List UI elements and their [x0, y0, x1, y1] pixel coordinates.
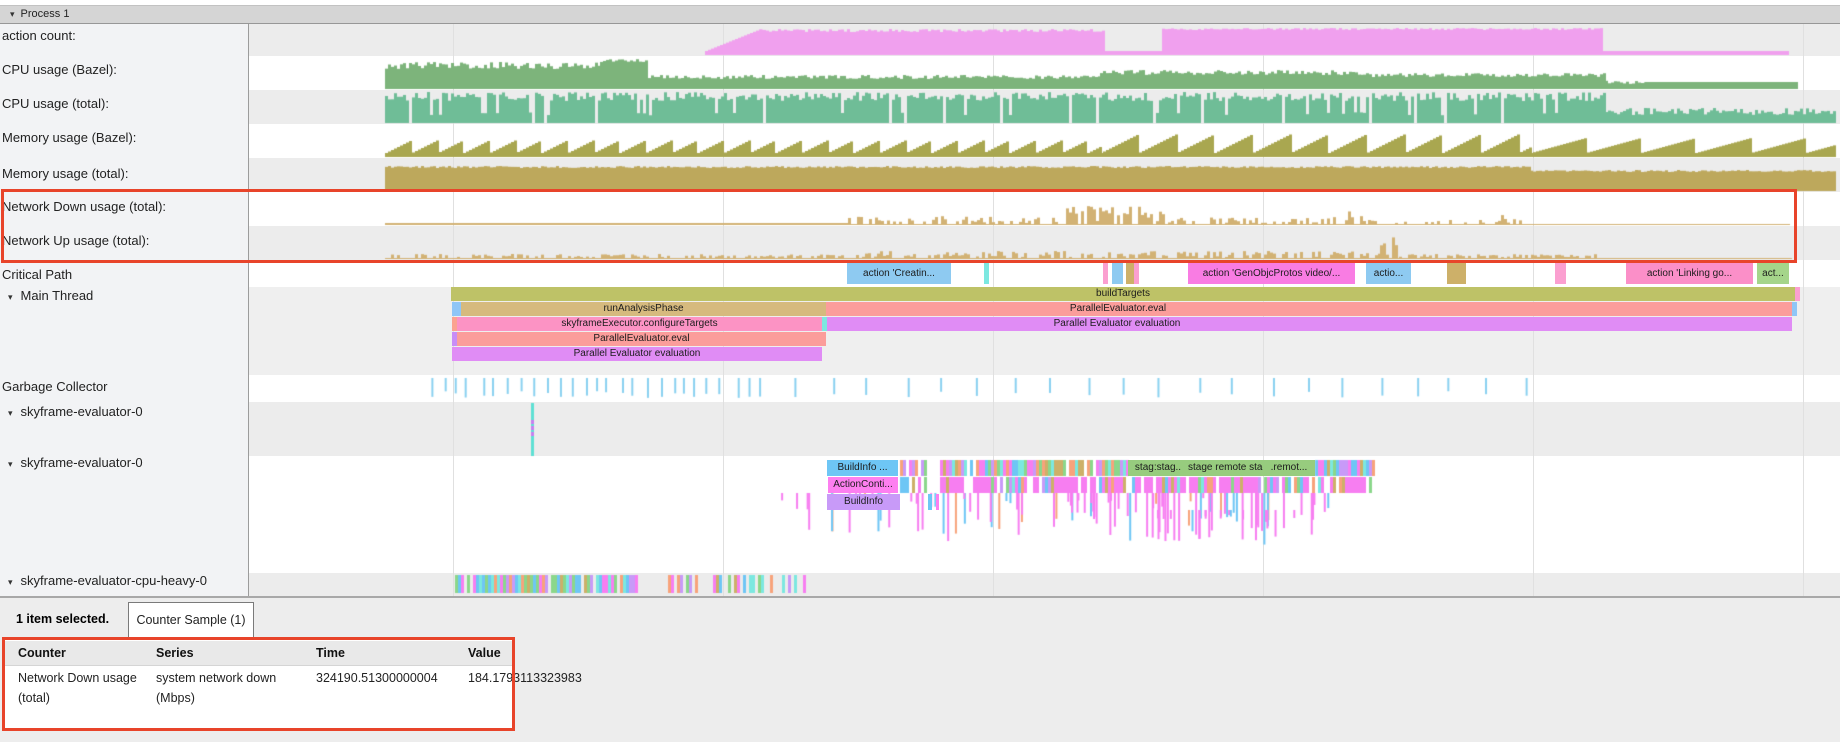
track-label-text: action count:	[2, 28, 76, 43]
track-label-12[interactable]: ▾ skyframe-evaluator-cpu-heavy-0	[8, 573, 207, 588]
span-critical-path[interactable]	[1112, 263, 1123, 284]
span-main-thread-depth2[interactable]: skyframeExecutor.configureTargets	[457, 317, 822, 331]
span-critical-path[interactable]: action 'GenObjcProtos video/...	[1188, 263, 1355, 284]
track-label-text: Memory usage (Bazel):	[2, 130, 136, 145]
highlight-box-network-tracks	[1, 189, 1797, 263]
process-header[interactable]: ▾ Process 1	[0, 5, 1840, 24]
span-main-thread-depth3[interactable]: ParallelEvaluator.eval	[457, 332, 826, 346]
span-skyframe-evaluator-row-c[interactable]	[928, 494, 932, 510]
track-label-text: CPU usage (Bazel):	[2, 62, 117, 77]
track-label-text: skyframe-evaluator-0	[21, 404, 143, 419]
span-main-thread-depth4[interactable]: Parallel Evaluator evaluation	[452, 347, 822, 361]
track-label-text: Memory usage (total):	[2, 166, 128, 181]
trace-viewer: ▾ Process 1 1 item selected. Counter Samp…	[0, 0, 1840, 742]
track-label-4[interactable]: Memory usage (total):	[2, 166, 128, 181]
track-label-text: skyframe-evaluator-0	[21, 455, 143, 470]
span-label-main-thread-depth1: ParallelEvaluator.eval	[1028, 302, 1208, 316]
span-skyframe-evaluator-row-c[interactable]	[936, 494, 939, 510]
track-label-10[interactable]: ▾ skyframe-evaluator-0	[8, 404, 143, 419]
track-label-text: CPU usage (total):	[2, 96, 109, 111]
span-main-thread-depth1[interactable]	[1792, 302, 1797, 316]
span-critical-path[interactable]: act...	[1757, 263, 1789, 284]
span-main-thread-depth2[interactable]	[827, 317, 1792, 331]
track-label-11[interactable]: ▾ skyframe-evaluator-0	[8, 455, 143, 470]
process-title: Process 1	[21, 8, 70, 20]
span-critical-path[interactable]: actio...	[1366, 263, 1411, 284]
track-label-text: Main Thread	[21, 288, 94, 303]
span-skyframe-evaluator-row-a[interactable]: .remot...	[1263, 460, 1315, 476]
span-label-main-thread-depth2: Parallel Evaluator evaluation	[1027, 317, 1207, 331]
track-label-1[interactable]: CPU usage (Bazel):	[2, 62, 117, 77]
span-main-thread-depth0[interactable]: buildTargets	[451, 287, 1795, 301]
span-critical-path[interactable]	[984, 263, 989, 284]
span-critical-path[interactable]: action 'Creatin...	[847, 263, 951, 284]
track-label-9[interactable]: Garbage Collector	[2, 379, 108, 394]
span-main-thread-depth1[interactable]	[826, 302, 1792, 316]
track-label-text: Garbage Collector	[2, 379, 108, 394]
collapse-arrow-icon[interactable]: ▾	[8, 459, 13, 470]
span-critical-path[interactable]	[1134, 263, 1139, 284]
span-main-thread-depth1[interactable]: runAnalysisPhase	[461, 302, 826, 316]
track-label-2[interactable]: CPU usage (total):	[2, 96, 109, 111]
collapse-arrow-icon[interactable]: ▾	[8, 577, 13, 588]
track-label-8[interactable]: ▾ Main Thread	[8, 288, 93, 303]
span-critical-path[interactable]	[1103, 263, 1108, 284]
track-label-0[interactable]: action count:	[2, 28, 76, 43]
selection-status: 1 item selected.	[16, 612, 109, 626]
span-skyframe-evaluator-row-a[interactable]: stag:stag..	[1128, 460, 1188, 476]
span-skyframe-evaluator-row-a[interactable]: stage remote stage remo...	[1188, 460, 1263, 476]
track-label-7[interactable]: Critical Path	[2, 267, 72, 282]
track-label-3[interactable]: Memory usage (Bazel):	[2, 130, 136, 145]
span-main-thread-depth1[interactable]	[452, 302, 461, 316]
span-skyframe-evaluator-row-a[interactable]: BuildInfo ...	[827, 460, 898, 476]
span-critical-path[interactable]: action 'Linking go...	[1626, 263, 1753, 284]
span-critical-path[interactable]	[1447, 263, 1466, 284]
span-skyframe-evaluator-row-c[interactable]: BuildInfo	[827, 494, 900, 510]
span-critical-path[interactable]	[1126, 263, 1134, 284]
collapse-arrow-icon[interactable]: ▾	[8, 292, 13, 303]
highlight-box-table	[2, 637, 515, 731]
track-label-text: Critical Path	[2, 267, 72, 282]
collapse-arrow-icon[interactable]: ▾	[8, 408, 13, 419]
tab-counter-sample[interactable]: Counter Sample (1)	[128, 602, 254, 639]
span-main-thread-depth0[interactable]	[1795, 287, 1800, 301]
collapse-arrow-icon[interactable]: ▾	[10, 6, 15, 23]
track-label-text: skyframe-evaluator-cpu-heavy-0	[21, 573, 207, 588]
span-skyframe-evaluator-row-b[interactable]: ActionConti...	[828, 477, 898, 493]
span-critical-path[interactable]	[1555, 263, 1566, 284]
